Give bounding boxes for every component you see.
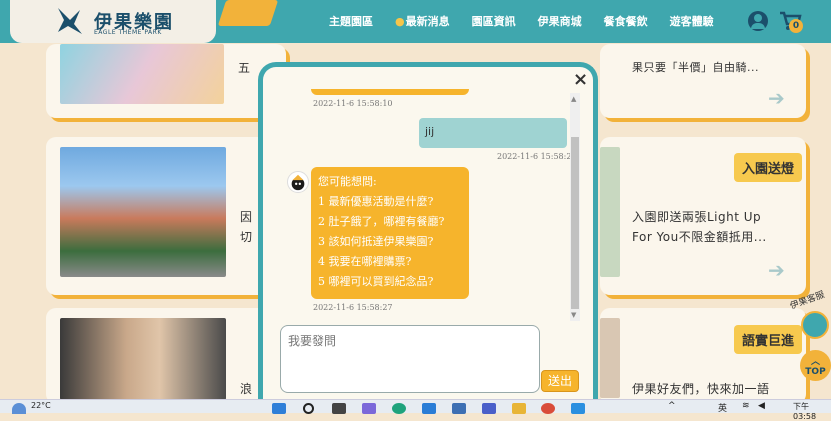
bot-option-2[interactable]: 2 肚子餓了，哪裡有餐廳?	[318, 212, 462, 232]
clock[interactable]: 下午 03:58	[793, 401, 831, 421]
file-explorer-icon[interactable]	[512, 403, 526, 414]
bot-line: 您可能想問:	[318, 175, 377, 188]
card-2-tag: 入園送燈	[734, 153, 803, 182]
bot-avatar-icon	[287, 171, 309, 193]
bot-option-5[interactable]: 5 哪裡可以買到紀念品?	[318, 272, 462, 292]
chat-scrollbar[interactable]: ▲ ▼	[570, 93, 580, 321]
bot-option-1[interactable]: 1 最新優惠活動是什麼?	[318, 192, 462, 212]
app-icon[interactable]	[482, 403, 496, 414]
card-2-text-2: 切	[240, 230, 253, 244]
customer-service-icon[interactable]	[801, 311, 829, 339]
vscode-icon[interactable]	[571, 403, 585, 414]
logo[interactable]: 伊果樂園 EAGLE THEME PARK	[10, 0, 216, 43]
chrome-icon[interactable]	[541, 403, 555, 414]
edge-icon[interactable]	[392, 403, 406, 414]
card-2-right-line-2: For You不限金額抵用...	[632, 230, 767, 244]
user-icon[interactable]	[748, 11, 768, 31]
wifi-icon[interactable]: ≋	[742, 401, 750, 411]
scroll-up-icon[interactable]: ▲	[571, 95, 576, 103]
app-icon[interactable]	[422, 403, 436, 414]
windows-start-icon[interactable]	[272, 403, 286, 414]
previous-bot-bubble	[311, 89, 469, 95]
timestamp: 2022-11-6 15:58:27	[497, 152, 577, 161]
card-1-image	[60, 44, 224, 104]
card-2-right-line-1: 入園即送兩張Light Up	[632, 210, 762, 224]
nav-item-shop[interactable]: 伊果商城	[538, 13, 582, 29]
chevron-up-icon: ︿	[810, 357, 820, 367]
scroll-thumb[interactable]	[571, 137, 579, 309]
task-view-icon[interactable]	[332, 403, 346, 414]
top-label: TOP	[805, 367, 826, 377]
back-to-top-button[interactable]: ︿ TOP	[800, 350, 831, 381]
main-nav: 主題園區 ●最新消息 園區資訊 伊果商城 餐食餐飲 遊客體驗	[329, 13, 714, 29]
temperature: 22°C	[31, 401, 51, 410]
card-1-right-text: 果只要「半價」自由騎...	[632, 61, 759, 74]
question-input[interactable]	[280, 325, 540, 393]
nav-item-info[interactable]: 園區資訊	[472, 13, 516, 29]
timestamp: 2022-11-6 15:58:27	[313, 303, 393, 312]
ticket-icon[interactable]	[217, 0, 279, 26]
close-icon[interactable]: ×	[573, 69, 588, 90]
nav-item-news-label: 最新消息	[405, 15, 450, 28]
card-3-tag: 語實巨進	[734, 325, 803, 354]
user-message-bubble: jij	[419, 118, 567, 148]
arrow-right-icon[interactable]: ➔	[768, 86, 785, 110]
card-1-text: 五	[238, 61, 251, 75]
nav-item-experience[interactable]: 遊客體驗	[670, 13, 714, 29]
card-2-text-1: 因	[240, 210, 253, 224]
windows-taskbar: 22°C ^ 英 ≋ ◀ 下午 03:58	[0, 399, 831, 421]
logo-subtitle: EAGLE THEME PARK	[94, 29, 162, 36]
timestamp: 2022-11-6 15:58:10	[313, 99, 393, 108]
card-3-text: 浪	[240, 382, 253, 396]
active-dot-icon: ●	[395, 15, 405, 28]
teams-icon[interactable]	[362, 403, 376, 414]
search-icon[interactable]	[303, 403, 314, 414]
chat-messages[interactable]: 2022-11-6 15:58:10 jij 2022-11-6 15:58:2…	[281, 89, 577, 321]
card-2-right-image	[600, 147, 620, 277]
cart-count-badge: 0	[789, 19, 803, 33]
store-icon[interactable]	[452, 403, 466, 414]
arrow-right-icon[interactable]: ➔	[768, 258, 785, 282]
nav-item-theme[interactable]: 主題園區	[329, 13, 373, 29]
send-button[interactable]: 送出	[541, 370, 579, 392]
bot-message-bubble: 您可能想問: 1 最新優惠活動是什麼? 2 肚子餓了，哪裡有餐廳? 3 該如何抵…	[311, 167, 469, 299]
card-3-image	[60, 318, 226, 400]
card-3-right-text: 伊果好友們，快來加一語	[632, 382, 770, 396]
card-3-right-image	[600, 318, 620, 398]
bot-option-4[interactable]: 4 我要在哪裡購票?	[318, 252, 462, 272]
ime-indicator[interactable]: 英	[718, 401, 727, 414]
eagle-logo-icon	[58, 8, 82, 34]
scroll-down-icon[interactable]: ▼	[571, 311, 576, 319]
chat-modal: × 2022-11-6 15:58:10 jij 2022-11-6 15:58…	[258, 62, 598, 413]
nav-item-news[interactable]: ●最新消息	[395, 13, 450, 29]
card-2-image	[60, 147, 226, 277]
nav-item-dining[interactable]: 餐食餐飲	[604, 13, 648, 29]
volume-icon[interactable]: ◀	[758, 401, 765, 411]
weather-icon[interactable]	[12, 403, 26, 414]
chevron-up-icon[interactable]: ^	[668, 401, 676, 411]
bot-option-3[interactable]: 3 該如何抵達伊果樂園?	[318, 232, 462, 252]
